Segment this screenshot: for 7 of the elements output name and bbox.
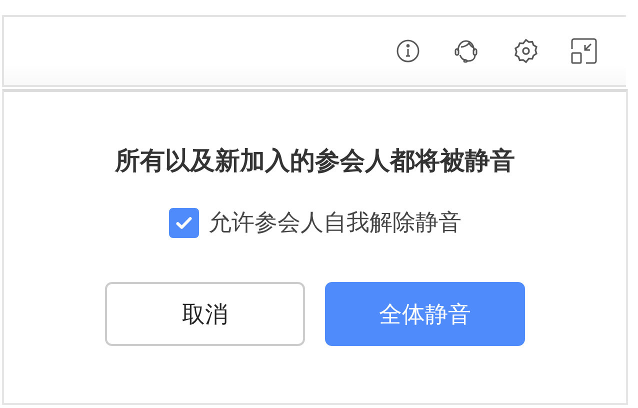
settings-icon[interactable] [512, 37, 540, 65]
minimize-window-icon[interactable] [570, 37, 598, 65]
info-icon[interactable] [396, 39, 420, 63]
cancel-button[interactable]: 取消 [105, 282, 305, 346]
dialog-message: 所有以及新加入的参会人都将被静音 [115, 145, 515, 177]
checkbox-label: 允许参会人自我解除静音 [208, 209, 462, 238]
checkbox[interactable] [168, 208, 198, 238]
